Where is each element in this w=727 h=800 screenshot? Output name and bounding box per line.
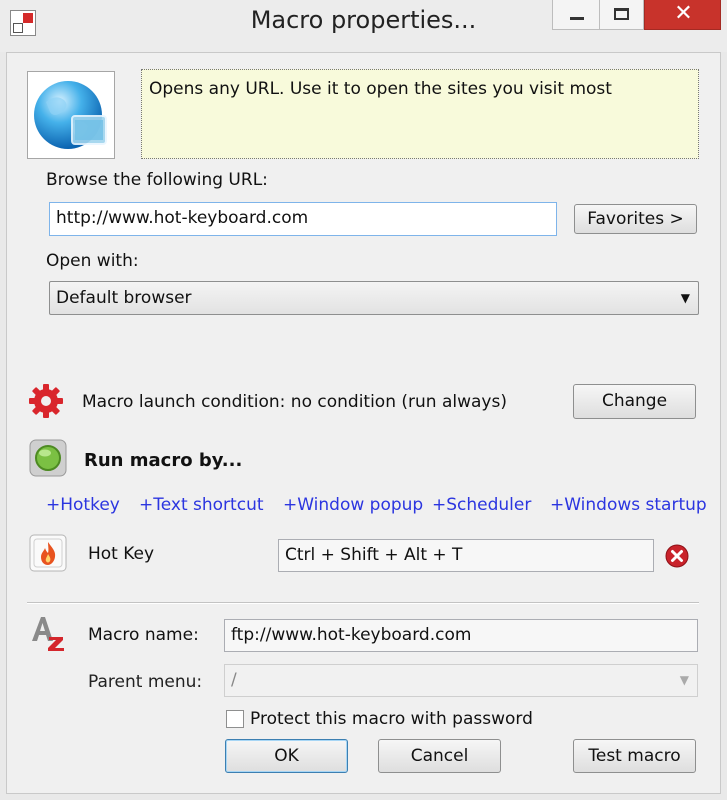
url-label: Browse the following URL: (46, 170, 268, 190)
link-scheduler[interactable]: +Scheduler (432, 495, 531, 515)
test-macro-button[interactable]: Test macro (573, 739, 696, 773)
protect-password-label[interactable]: Protect this macro with password (250, 709, 533, 729)
dropdown-arrow-icon: ▼ (679, 673, 689, 687)
open-with-label: Open with: (46, 251, 139, 271)
protect-password-checkbox[interactable] (226, 710, 244, 728)
open-with-value: Default browser (56, 288, 192, 308)
dialog-body: Opens any URL. Use it to open the sites … (6, 52, 721, 794)
macro-name-label: Macro name: (88, 625, 199, 645)
minimize-icon (570, 17, 584, 20)
url-input[interactable]: http://www.hot-keyboard.com (49, 202, 557, 236)
az-icon (32, 617, 64, 651)
macro-description[interactable]: Opens any URL. Use it to open the sites … (141, 69, 699, 159)
macro-properties-window: Macro properties... ✕ Opens any URL. Use… (0, 0, 727, 800)
launch-condition-text: Macro launch condition: no condition (ru… (82, 392, 507, 412)
parent-menu-select[interactable]: / ▼ (224, 664, 698, 697)
link-text-shortcut[interactable]: +Text shortcut (139, 495, 264, 515)
close-button[interactable]: ✕ (644, 0, 721, 30)
gear-icon (29, 384, 63, 418)
dropdown-arrow-icon: ▼ (680, 291, 690, 305)
parent-menu-label: Parent menu: (88, 672, 203, 692)
ok-button[interactable]: OK (225, 739, 348, 773)
maximize-icon (614, 8, 629, 20)
globe-icon (34, 81, 107, 149)
green-button-icon (29, 439, 67, 477)
hotkey-input[interactable]: Ctrl + Shift + Alt + T (278, 539, 654, 572)
change-condition-button[interactable]: Change (573, 384, 696, 419)
maximize-button[interactable] (600, 0, 644, 30)
cancel-button[interactable]: Cancel (378, 739, 501, 773)
flame-icon (29, 534, 67, 572)
macro-type-icon-box (27, 71, 115, 159)
section-divider (27, 602, 699, 604)
open-with-select[interactable]: Default browser ▼ (49, 281, 699, 315)
hotkey-label: Hot Key (88, 544, 155, 564)
favorites-button[interactable]: Favorites > (574, 204, 697, 234)
macro-name-input[interactable]: ftp://www.hot-keyboard.com (224, 619, 698, 652)
link-window-popup[interactable]: +Window popup (283, 495, 423, 515)
link-windows-startup[interactable]: +Windows startup (550, 495, 707, 515)
link-hotkey[interactable]: +Hotkey (46, 495, 120, 515)
close-icon: ✕ (674, 1, 693, 26)
title-bar[interactable]: Macro properties... ✕ (0, 0, 727, 52)
run-macro-by-label: Run macro by... (84, 450, 243, 471)
minimize-button[interactable] (552, 0, 600, 30)
remove-icon[interactable] (664, 543, 690, 569)
parent-menu-value: / (231, 670, 237, 690)
